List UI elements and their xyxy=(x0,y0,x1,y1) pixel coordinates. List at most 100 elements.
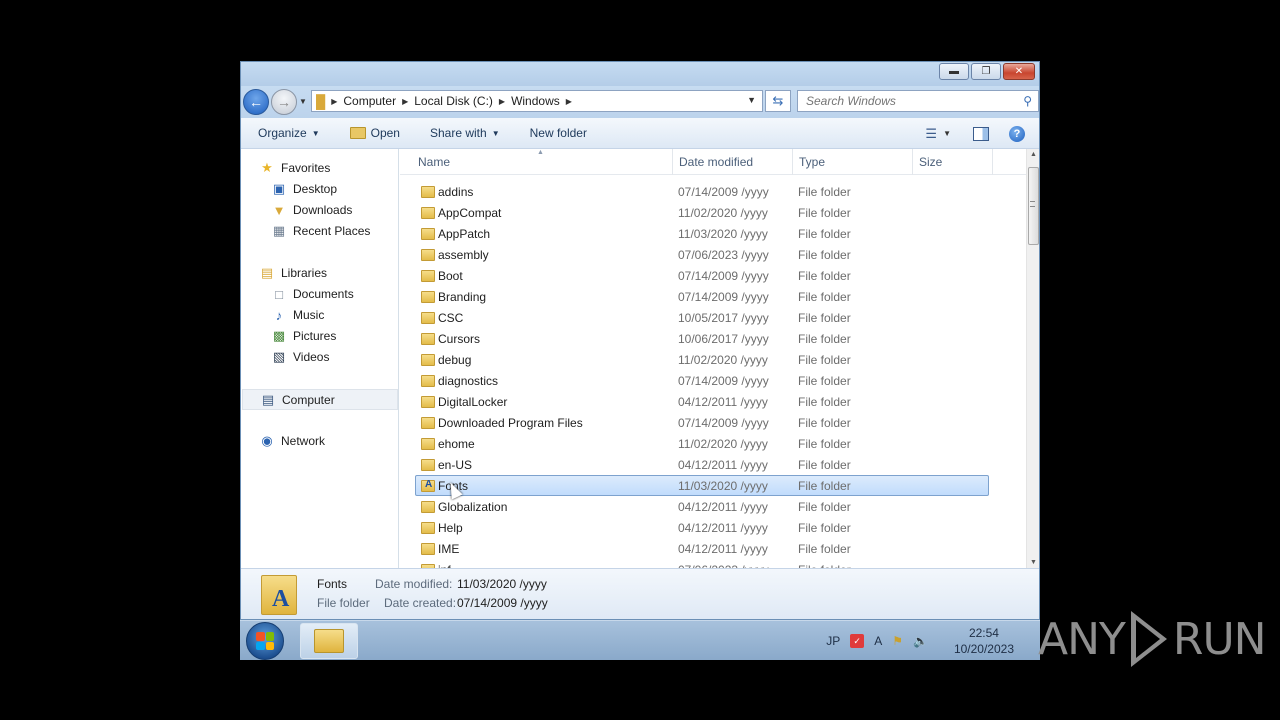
explorer-window: ▬ ❐ ✕ ← → ▼ █ ▶ Computer ▶ Local Disk (C… xyxy=(240,61,1040,620)
chevron-right-icon[interactable]: ▶ xyxy=(331,97,337,106)
column-type[interactable]: Type xyxy=(799,155,825,169)
file-type: File folder xyxy=(798,521,851,535)
file-row[interactable]: en-US 04/12/2011 /yyyy File folder xyxy=(415,454,989,475)
scroll-up-icon[interactable]: ▲ xyxy=(1030,151,1037,158)
file-date-modified: 11/02/2020 /yyyy xyxy=(678,353,768,367)
chevron-right-icon[interactable]: ▶ xyxy=(499,97,505,106)
address-row: ← → ▼ █ ▶ Computer ▶ Local Disk (C:) ▶ W… xyxy=(241,86,1039,118)
file-row[interactable]: Branding 07/14/2009 /yyyy File folder xyxy=(415,286,989,307)
breadcrumb-computer[interactable]: Computer xyxy=(343,94,396,108)
file-row[interactable]: Boot 07/14/2009 /yyyy File folder xyxy=(415,265,989,286)
file-date-modified: 07/14/2009 /yyyy xyxy=(678,185,769,199)
details-name: Fonts xyxy=(317,577,348,591)
file-name: addins xyxy=(438,185,474,199)
file-row[interactable]: IME 04/12/2011 /yyyy File folder xyxy=(415,538,989,559)
ime-indicator[interactable]: A xyxy=(874,634,882,648)
search-input[interactable] xyxy=(806,94,1006,108)
volume-icon[interactable]: 🔈 xyxy=(913,634,928,648)
open-button[interactable]: Open xyxy=(349,126,400,140)
nav-pictures[interactable]: ▩ Pictures xyxy=(271,327,337,345)
nav-downloads[interactable]: ▼ Downloads xyxy=(271,201,353,219)
forward-button[interactable]: → xyxy=(271,89,297,115)
nav-network[interactable]: ◉ Network xyxy=(259,432,325,450)
help-icon[interactable]: ? xyxy=(1009,125,1025,142)
column-size[interactable]: Size xyxy=(919,155,942,169)
file-row[interactable]: Globalization 04/12/2011 /yyyy File folder xyxy=(415,496,989,517)
search-icon[interactable]: ⚲ xyxy=(1023,94,1032,108)
search-box[interactable]: ⚲ xyxy=(797,90,1039,112)
explorer-folder-icon xyxy=(314,629,344,653)
column-divider[interactable] xyxy=(912,149,913,175)
file-type: File folder xyxy=(798,332,851,346)
file-row[interactable]: inf07/06/2023 /yyyyFile folder xyxy=(415,559,989,568)
file-type: File folder xyxy=(798,185,851,199)
address-dropdown-icon[interactable]: ▼ xyxy=(747,95,756,105)
taskbar-explorer-button[interactable] xyxy=(300,623,358,659)
view-options-dropdown-icon[interactable]: ▼ xyxy=(943,129,951,138)
column-date-modified[interactable]: Date modified xyxy=(679,155,753,169)
file-date-modified: 07/06/2023 /yyyy xyxy=(678,248,769,262)
recent-pages-dropdown[interactable]: ▼ xyxy=(299,97,307,106)
nav-label: Recent Places xyxy=(293,224,371,238)
nav-music[interactable]: ♪ Music xyxy=(271,306,325,324)
file-row[interactable]: addins 07/14/2009 /yyyy File folder xyxy=(415,181,989,202)
file-row[interactable]: DigitalLocker 04/12/2011 /yyyy File folder xyxy=(415,391,989,412)
file-row[interactable]: AppCompat 11/02/2020 /yyyy File folder xyxy=(415,202,989,223)
open-folder-icon xyxy=(349,127,366,139)
file-row[interactable]: ehome 11/02/2020 /yyyy File folder xyxy=(415,433,989,454)
column-divider[interactable] xyxy=(792,149,793,175)
nav-documents[interactable]: □ Documents xyxy=(271,285,354,303)
file-type: File folder xyxy=(798,269,851,283)
details-pane: Fonts File folder Date modified: 11/03/2… xyxy=(241,568,1039,619)
file-row[interactable]: CSC 10/05/2017 /yyyy File folder xyxy=(415,307,989,328)
chevron-right-icon[interactable]: ▶ xyxy=(566,97,572,106)
file-row[interactable]: assembly 07/06/2023 /yyyy File folder xyxy=(415,244,989,265)
folder-icon xyxy=(421,459,435,471)
documents-icon: □ xyxy=(275,286,283,302)
file-row[interactable]: Downloaded Program Files 07/14/2009 /yyyy… xyxy=(415,412,989,433)
arrow-left-icon: ← xyxy=(249,94,263,110)
new-folder-button[interactable]: New folder xyxy=(530,126,587,140)
nav-desktop[interactable]: ▣ Desktop xyxy=(271,180,337,198)
nav-label: Computer xyxy=(282,392,335,407)
file-row[interactable]: Help 04/12/2011 /yyyy File folder xyxy=(415,517,989,538)
security-shield-icon[interactable]: ✓ xyxy=(850,634,865,648)
file-row[interactable]: Cursors 10/06/2017 /yyyy File folder xyxy=(415,328,989,349)
clock[interactable]: 22:54 10/20/2023 xyxy=(954,625,1014,657)
file-type: File folder xyxy=(798,395,851,409)
file-row[interactable]: debug 11/02/2020 /yyyy File folder xyxy=(415,349,989,370)
close-button[interactable]: ✕ xyxy=(1003,63,1035,80)
title-bar[interactable]: ▬ ❐ ✕ xyxy=(241,62,1039,86)
nav-favorites[interactable]: ★ Favorites xyxy=(259,159,330,177)
action-center-flag-icon[interactable]: ⚑ xyxy=(892,634,903,648)
minimize-button[interactable]: ▬ xyxy=(939,63,969,80)
share-with-button[interactable]: Share with ▼ xyxy=(430,126,500,140)
file-row[interactable]: diagnostics 07/14/2009 /yyyy File folder xyxy=(415,370,989,391)
column-name[interactable]: Name xyxy=(418,155,450,169)
breadcrumb-windows[interactable]: Windows xyxy=(511,94,560,108)
vertical-scrollbar[interactable]: ▲ ▼ xyxy=(1026,149,1039,568)
scroll-down-icon[interactable]: ▼ xyxy=(1030,559,1037,566)
file-date-modified: 07/14/2009 /yyyy xyxy=(678,269,769,283)
file-row[interactable]: AppPatch 11/03/2020 /yyyy File folder xyxy=(415,223,989,244)
chevron-right-icon[interactable]: ▶ xyxy=(402,97,408,106)
refresh-button[interactable]: ⇆ xyxy=(765,90,791,112)
column-divider[interactable] xyxy=(992,149,993,175)
organize-button[interactable]: Organize ▼ xyxy=(258,126,320,140)
back-button[interactable]: ← xyxy=(243,89,269,115)
breadcrumb-local-disk[interactable]: Local Disk (C:) xyxy=(414,94,493,108)
nav-libraries[interactable]: ▤ Libraries xyxy=(259,264,327,282)
nav-computer[interactable]: ▤ Computer xyxy=(242,389,398,410)
nav-videos[interactable]: ▧ Videos xyxy=(271,348,330,366)
column-divider[interactable] xyxy=(672,149,673,175)
file-row[interactable]: Fonts11/03/2020 /yyyyFile folder xyxy=(415,475,989,496)
file-type: File folder xyxy=(798,458,851,472)
restore-button[interactable]: ❐ xyxy=(971,63,1001,80)
change-view-icon[interactable]: ☰ xyxy=(925,126,937,142)
nav-recent-places[interactable]: ▦ Recent Places xyxy=(271,222,371,240)
preview-pane-icon[interactable] xyxy=(973,126,989,141)
address-bar[interactable]: █ ▶ Computer ▶ Local Disk (C:) ▶ Windows… xyxy=(311,90,763,112)
start-button[interactable] xyxy=(246,622,284,660)
language-indicator[interactable]: JP xyxy=(826,634,840,648)
file-type: File folder xyxy=(798,353,851,367)
